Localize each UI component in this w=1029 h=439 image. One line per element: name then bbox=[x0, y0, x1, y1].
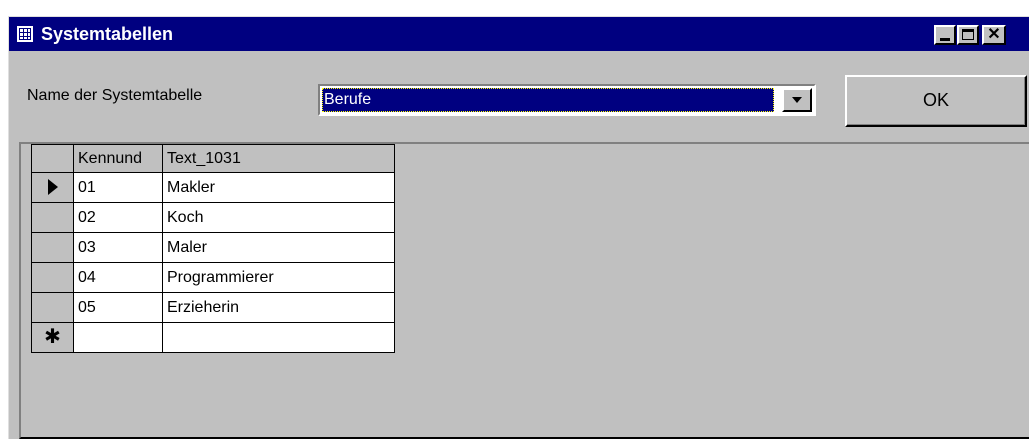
systemtabellen-window: Systemtabellen ✕ Name der Systemtabelle … bbox=[8, 16, 1029, 439]
row-pointer-icon bbox=[47, 179, 58, 196]
row-selector[interactable] bbox=[31, 262, 74, 293]
cell-text[interactable]: Makler bbox=[162, 172, 395, 203]
cell-id[interactable]: 05 bbox=[73, 292, 163, 323]
cell-text[interactable]: Koch bbox=[162, 202, 395, 233]
row-selector[interactable] bbox=[31, 232, 74, 263]
table-name-label: Name der Systemtabelle bbox=[27, 87, 203, 104]
row-selector[interactable] bbox=[31, 172, 74, 203]
datasheet-table: Kennund Text_1031 01 Makler 02 Koch 03 M… bbox=[31, 144, 395, 353]
cell-text[interactable]: Erzieherin bbox=[162, 292, 395, 323]
new-record-row[interactable]: ✱ bbox=[31, 322, 395, 353]
row-selector[interactable]: ✱ bbox=[31, 322, 74, 353]
cell-id[interactable]: 04 bbox=[73, 262, 163, 293]
close-button[interactable]: ✕ bbox=[982, 25, 1006, 45]
column-header-kennung[interactable]: Kennund bbox=[73, 144, 163, 173]
cell-id[interactable]: 02 bbox=[73, 202, 163, 233]
maximize-icon bbox=[962, 29, 974, 40]
table-name-combobox[interactable]: Berufe bbox=[318, 84, 816, 116]
table-row[interactable]: 01 Makler bbox=[31, 172, 395, 203]
table-row[interactable]: 05 Erzieherin bbox=[31, 292, 395, 323]
title-bar[interactable]: Systemtabellen ✕ bbox=[9, 17, 1029, 51]
select-all-cell[interactable] bbox=[31, 144, 74, 173]
table-row[interactable]: 04 Programmierer bbox=[31, 262, 395, 293]
datasheet-area[interactable]: Kennund Text_1031 01 Makler 02 Koch 03 M… bbox=[19, 142, 1029, 439]
cell-text[interactable]: Programmierer bbox=[162, 262, 395, 293]
cell-id[interactable]: 01 bbox=[73, 172, 163, 203]
chevron-down-icon bbox=[792, 97, 802, 103]
close-icon: ✕ bbox=[987, 26, 1001, 43]
table-icon bbox=[17, 26, 33, 42]
cell-text[interactable] bbox=[162, 322, 395, 353]
minimize-button[interactable] bbox=[934, 25, 956, 45]
new-record-icon: ✱ bbox=[44, 326, 61, 348]
column-header-text[interactable]: Text_1031 bbox=[162, 144, 395, 173]
table-row[interactable]: 03 Maler bbox=[31, 232, 395, 263]
row-selector[interactable] bbox=[31, 202, 74, 233]
maximize-button[interactable] bbox=[957, 25, 979, 45]
ok-button[interactable]: OK bbox=[845, 75, 1027, 127]
combobox-selected-value[interactable]: Berufe bbox=[322, 88, 774, 112]
cell-id[interactable]: 03 bbox=[73, 232, 163, 263]
table-row[interactable]: 02 Koch bbox=[31, 202, 395, 233]
combobox-dropdown-button[interactable] bbox=[782, 88, 812, 112]
cell-text[interactable]: Maler bbox=[162, 232, 395, 263]
minimize-icon bbox=[940, 38, 950, 41]
header-row: Kennund Text_1031 bbox=[31, 144, 395, 173]
row-selector[interactable] bbox=[31, 292, 74, 323]
cell-id[interactable] bbox=[73, 322, 163, 353]
window-title: Systemtabellen bbox=[41, 24, 174, 44]
